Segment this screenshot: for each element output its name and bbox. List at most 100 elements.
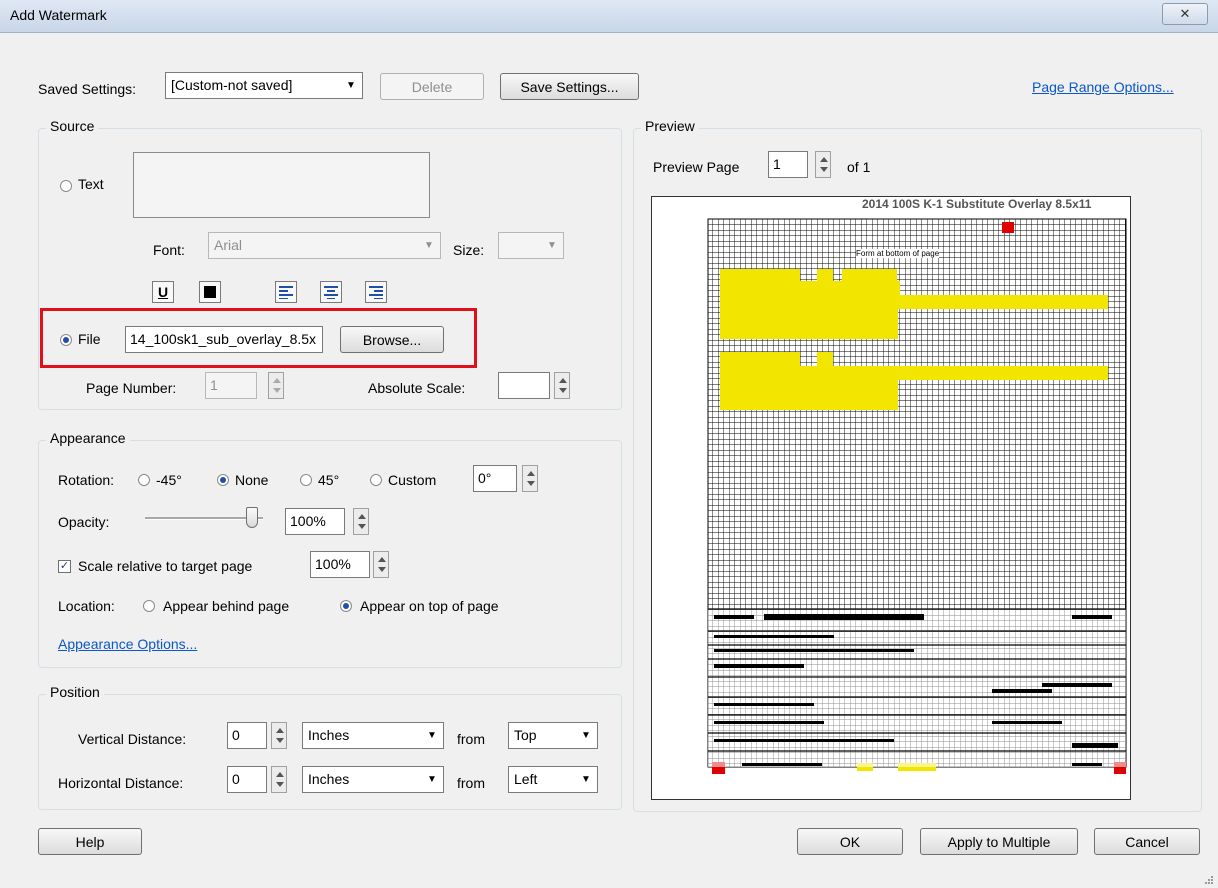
vertical-from-value: Top xyxy=(514,727,537,743)
source-group-title: Source xyxy=(46,118,99,134)
align-right-icon xyxy=(369,286,383,299)
preview-page-input[interactable]: 1 xyxy=(768,151,808,178)
chevron-down-icon: ▼ xyxy=(581,730,591,741)
font-select[interactable]: Arial ▼ xyxy=(208,232,441,259)
ok-button[interactable]: OK xyxy=(797,828,903,855)
grip-icon-svg xyxy=(1205,876,1213,884)
file-radio[interactable] xyxy=(60,334,72,346)
preview-group-title: Preview xyxy=(641,118,699,134)
location-behind-label: Appear behind page xyxy=(163,598,290,614)
vertical-distance-stepper[interactable] xyxy=(271,722,287,749)
file-radio-label: File xyxy=(78,331,101,347)
form-section xyxy=(708,609,1126,767)
rotation-45-label: 45° xyxy=(318,472,340,488)
absolute-scale-label: Absolute Scale: xyxy=(368,380,466,396)
rotation-stepper[interactable] xyxy=(522,465,538,492)
appearance-options-link[interactable]: Appearance Options... xyxy=(58,636,197,652)
rotation-custom-input[interactable]: 0° xyxy=(473,465,517,492)
horizontal-distance-input[interactable]: 0 xyxy=(227,766,267,793)
close-icon[interactable]: ✕ xyxy=(1162,3,1208,25)
chevron-down-icon: ▼ xyxy=(547,240,557,251)
vertical-unit-value: Inches xyxy=(308,727,350,743)
help-button[interactable]: Help xyxy=(38,828,142,855)
position-group-title: Position xyxy=(46,684,104,700)
saved-settings-label: Saved Settings: xyxy=(38,81,137,97)
chevron-down-icon: ▼ xyxy=(581,774,591,785)
preview-page-count: of 1 xyxy=(847,159,871,175)
location-top-radio[interactable] xyxy=(340,600,352,612)
horizontal-unit-select[interactable]: Inches ▼ xyxy=(302,766,444,793)
scale-input[interactable]: 100% xyxy=(310,551,370,578)
rotation-minus45-label: -45° xyxy=(156,472,182,488)
horizontal-unit-value: Inches xyxy=(308,771,350,787)
opacity-label: Opacity: xyxy=(58,514,110,530)
saved-settings-value: [Custom-not saved] xyxy=(171,77,293,93)
align-right-button[interactable] xyxy=(365,281,387,303)
location-label: Location: xyxy=(58,598,115,614)
size-select[interactable]: ▼ xyxy=(498,232,564,259)
align-center-button[interactable] xyxy=(320,281,342,303)
scale-relative-checkbox[interactable]: ✓ xyxy=(58,560,71,573)
rotation-minus45-radio[interactable] xyxy=(138,474,150,486)
chevron-down-icon: ▼ xyxy=(427,774,437,785)
saved-settings-select[interactable]: [Custom-not saved] ▼ xyxy=(165,72,363,99)
rotation-custom-radio[interactable] xyxy=(370,474,382,486)
opacity-slider-thumb[interactable] xyxy=(246,507,258,528)
align-left-icon xyxy=(279,286,293,299)
preview-page-label: Preview Page xyxy=(653,159,740,175)
rotation-none-label: None xyxy=(235,472,269,488)
vertical-unit-select[interactable]: Inches ▼ xyxy=(302,722,444,749)
page-number-input[interactable]: 1 xyxy=(205,372,257,399)
font-value: Arial xyxy=(214,237,243,253)
title-bar: Add Watermark ✕ xyxy=(0,0,1218,33)
resize-grip-icon[interactable] xyxy=(1204,872,1214,884)
align-center-icon xyxy=(324,286,338,299)
preview-doc-title: 2014 100S K-1 Substitute Overlay 8.5x11 xyxy=(862,197,1092,211)
page-number-label: Page Number: xyxy=(86,380,177,396)
color-swatch-icon xyxy=(204,286,216,298)
horizontal-distance-stepper[interactable] xyxy=(271,766,287,793)
size-label: Size: xyxy=(453,242,485,258)
absolute-scale-stepper[interactable] xyxy=(554,372,570,399)
rotation-45-radio[interactable] xyxy=(300,474,312,486)
vertical-distance-input[interactable]: 0 xyxy=(227,722,267,749)
rotation-custom-label: Custom xyxy=(388,472,437,488)
text-radio-label: Text xyxy=(78,176,104,192)
text-radio[interactable] xyxy=(60,180,72,192)
page-range-options-link[interactable]: Page Range Options... xyxy=(1032,79,1174,95)
horizontal-from-select[interactable]: Left ▼ xyxy=(508,766,598,793)
cancel-button[interactable]: Cancel xyxy=(1094,828,1200,855)
rotation-none-radio[interactable] xyxy=(217,474,229,486)
location-top-label: Appear on top of page xyxy=(360,598,499,614)
opacity-input[interactable]: 100% xyxy=(285,508,345,535)
browse-button[interactable]: Browse... xyxy=(340,326,444,353)
align-left-button[interactable] xyxy=(275,281,297,303)
page-number-stepper[interactable] xyxy=(268,372,284,399)
scale-relative-label: Scale relative to target page xyxy=(78,558,253,574)
file-path-input[interactable]: 14_100sk1_sub_overlay_8.5x xyxy=(125,326,323,353)
location-behind-radio[interactable] xyxy=(143,600,155,612)
rotation-label: Rotation: xyxy=(58,472,115,488)
appearance-group-title: Appearance xyxy=(46,430,130,446)
absolute-scale-input[interactable] xyxy=(498,372,550,399)
preview-document-svg xyxy=(707,218,1127,774)
preview-image: 2014 100S K-1 Substitute Overlay 8.5x11 … xyxy=(651,196,1131,800)
save-settings-button[interactable]: Save Settings... xyxy=(500,73,639,100)
underline-button[interactable]: U xyxy=(152,281,174,303)
text-color-button[interactable] xyxy=(199,281,221,303)
opacity-stepper[interactable] xyxy=(353,508,369,535)
font-label: Font: xyxy=(153,242,185,258)
chevron-down-icon: ▼ xyxy=(427,730,437,741)
preview-page-stepper[interactable] xyxy=(815,151,831,178)
delete-button[interactable]: Delete xyxy=(380,73,484,100)
horizontal-distance-label: Horizontal Distance: xyxy=(58,775,184,791)
chevron-down-icon: ▼ xyxy=(346,80,356,91)
chevron-down-icon: ▼ xyxy=(424,240,434,251)
window-title: Add Watermark xyxy=(10,7,107,23)
vertical-distance-label: Vertical Distance: xyxy=(78,731,187,747)
vertical-from-label: from xyxy=(457,731,485,747)
apply-to-multiple-button[interactable]: Apply to Multiple xyxy=(920,828,1078,855)
scale-stepper[interactable] xyxy=(373,551,389,578)
vertical-from-select[interactable]: Top ▼ xyxy=(508,722,598,749)
watermark-text-area[interactable] xyxy=(133,152,430,218)
